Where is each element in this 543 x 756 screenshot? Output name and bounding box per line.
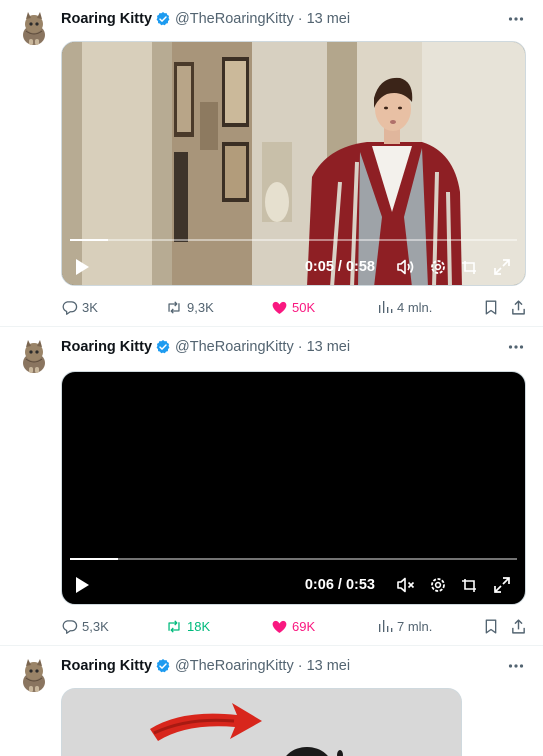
video-progress-bar[interactable] [70, 239, 517, 241]
reply-count: 5,3K [82, 618, 109, 634]
heart-icon [272, 301, 287, 314]
picture-in-picture-icon[interactable] [459, 574, 481, 596]
video-controls: 0:06 / 0:53 [62, 569, 525, 601]
retweet-icon [168, 300, 180, 314]
bookmark-icon[interactable] [483, 297, 503, 317]
more-dots-icon[interactable] [505, 336, 527, 358]
reply-count: 3K [82, 299, 98, 315]
tweet[interactable]: Roaring Kitty @TheRoaringKitty · 13 mei [0, 0, 543, 327]
verified-badge-icon [155, 658, 171, 674]
more-dots-icon[interactable] [505, 8, 527, 30]
tweet-date[interactable]: 13 mei [307, 11, 351, 27]
author-name[interactable]: Roaring Kitty [61, 658, 152, 674]
verified-badge-icon [155, 11, 171, 27]
like-button[interactable]: 69K [271, 616, 315, 636]
header-separator: · [297, 11, 303, 27]
author-name[interactable]: Roaring Kitty [61, 339, 152, 355]
author-handle[interactable]: @TheRoaringKitty [175, 658, 294, 674]
tweet-header: Roaring Kitty @TheRoaringKitty · 13 mei [61, 9, 531, 29]
views-chart-icon [379, 620, 393, 632]
video-progress-fill [70, 239, 109, 241]
reply-icon [62, 619, 78, 634]
video-player[interactable]: 0:06 / 0:53 [61, 371, 526, 605]
header-separator: · [297, 339, 303, 355]
tweet-date[interactable]: 13 mei [307, 339, 351, 355]
volume-icon[interactable] [395, 256, 417, 278]
settings-gear-icon[interactable] [427, 256, 449, 278]
heart-icon [272, 620, 287, 633]
settings-gear-icon[interactable] [427, 574, 449, 596]
video-progress-fill [70, 558, 119, 560]
like-count: 69K [292, 618, 316, 634]
video-player[interactable]: 0:05 / 0:58 [61, 41, 526, 286]
view-count: 4 mln. [397, 299, 433, 315]
video-controls: 0:05 / 0:58 [62, 251, 525, 283]
video-progress-bar[interactable] [70, 558, 517, 560]
avatar[interactable] [16, 11, 52, 47]
more-dots-icon[interactable] [505, 655, 527, 677]
tweet-actions: 5,3K 18K 69K 7 mln. [61, 616, 531, 636]
tweet[interactable]: Roaring Kitty @TheRoaringKitty · 13 mei … [0, 328, 543, 646]
views-chart-icon [379, 301, 393, 313]
avatar[interactable] [16, 658, 52, 694]
reply-icon [62, 300, 78, 315]
header-separator: · [297, 658, 303, 674]
tweet-date[interactable]: 13 mei [307, 658, 351, 674]
tweet-image[interactable] [61, 688, 462, 756]
retweet-button[interactable]: 18K [165, 616, 210, 636]
views-button[interactable]: 4 mln. [377, 297, 432, 317]
tweet-header: Roaring Kitty @TheRoaringKitty · 13 mei [61, 656, 531, 676]
play-icon[interactable] [74, 576, 92, 594]
video-frame [62, 42, 525, 285]
retweet-count: 18K [187, 618, 211, 634]
timeline-feed: Roaring Kitty @TheRoaringKitty · 13 mei [0, 0, 543, 756]
verified-badge-icon [155, 339, 171, 355]
author-handle[interactable]: @TheRoaringKitty [175, 339, 294, 355]
play-icon[interactable] [74, 258, 92, 276]
tweet-actions: 3K 9,3K 50K 4 mln. [61, 297, 531, 317]
reply-button[interactable]: 3K [61, 297, 98, 317]
reply-button[interactable]: 5,3K [61, 616, 109, 636]
retweet-count: 9,3K [187, 299, 214, 315]
avatar[interactable] [16, 339, 52, 375]
video-time: 0:06 / 0:53 [304, 577, 375, 593]
share-icon[interactable] [510, 297, 531, 317]
like-count: 50K [292, 299, 316, 315]
tweet[interactable]: Roaring Kitty @TheRoaringKitty · 13 mei [0, 647, 543, 756]
video-time: 0:05 / 0:58 [304, 259, 375, 275]
fullscreen-icon[interactable] [491, 256, 513, 278]
bookmark-icon[interactable] [483, 616, 503, 636]
retweet-icon [168, 619, 180, 633]
views-button[interactable]: 7 mln. [377, 616, 432, 636]
tweet-header: Roaring Kitty @TheRoaringKitty · 13 mei [61, 337, 531, 357]
retweet-button[interactable]: 9,3K [165, 297, 214, 317]
share-icon[interactable] [510, 616, 531, 636]
author-handle[interactable]: @TheRoaringKitty [175, 11, 294, 27]
volume-muted-icon[interactable] [395, 574, 417, 596]
view-count: 7 mln. [397, 618, 433, 634]
picture-in-picture-icon[interactable] [459, 256, 481, 278]
author-name[interactable]: Roaring Kitty [61, 11, 152, 27]
fullscreen-icon[interactable] [491, 574, 513, 596]
like-button[interactable]: 50K [271, 297, 315, 317]
